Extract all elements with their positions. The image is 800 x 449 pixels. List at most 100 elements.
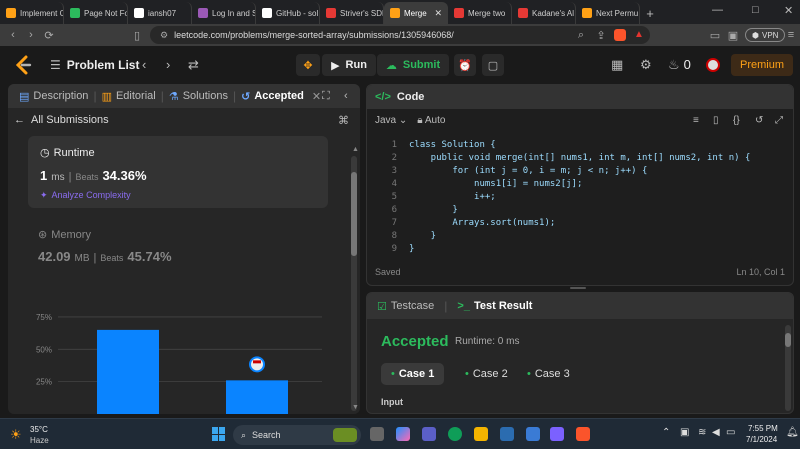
photos-icon[interactable]: [526, 427, 540, 441]
brave-shield-icon[interactable]: [614, 29, 626, 41]
result-scrollbar[interactable]: [785, 325, 791, 411]
browser-tab[interactable]: Log In and S: [192, 2, 256, 24]
scrollbar-thumb[interactable]: [785, 333, 791, 347]
tab-testcase[interactable]: ☑ Testcase: [377, 300, 434, 313]
browser-tab[interactable]: GitHub - sol: [256, 2, 320, 24]
notifications-icon[interactable]: 🔔︎: [786, 427, 799, 438]
browser-tab[interactable]: Kadane's Al: [512, 2, 576, 24]
layout-icon[interactable]: ▦: [611, 57, 623, 73]
next-problem-icon[interactable]: ›: [166, 57, 170, 72]
avatar[interactable]: [706, 58, 720, 72]
vpn-button[interactable]: ⬢ VPN: [745, 28, 786, 42]
settings-icon[interactable]: ⚙: [640, 57, 652, 73]
link-icon[interactable]: ⌘: [338, 114, 349, 127]
collapse-icon[interactable]: ‹: [344, 90, 348, 102]
copilot-icon[interactable]: [396, 427, 410, 441]
language-select[interactable]: Java ⌄: [375, 115, 407, 126]
back-icon[interactable]: ‹: [4, 29, 22, 41]
tab-description[interactable]: ▤ Description: [14, 84, 93, 108]
share-icon[interactable]: ⇪: [592, 29, 610, 42]
your-submission-avatar-icon[interactable]: [249, 356, 265, 373]
clock-date[interactable]: 7/1/2024: [746, 435, 777, 444]
debug-icon[interactable]: ✥: [296, 54, 320, 76]
taskbar-search[interactable]: ⌕ Search: [233, 425, 361, 445]
sidebar-toggle-icon[interactable]: ▭: [706, 29, 724, 42]
browser-tab[interactable]: Striver's SDE: [320, 2, 384, 24]
wallet-icon[interactable]: ▣: [724, 29, 742, 42]
tab-solutions[interactable]: ⚗ Solutions: [164, 84, 233, 108]
tray-chevron-up-icon[interactable]: ⌃: [662, 427, 670, 438]
scroll-up-icon[interactable]: ▲: [352, 146, 359, 153]
braces-icon[interactable]: {}: [733, 115, 740, 126]
left-scrollbar[interactable]: [351, 156, 357, 411]
battery-icon[interactable]: ▭: [726, 427, 735, 438]
chart-bar[interactable]: [97, 329, 159, 414]
shuffle-icon[interactable]: ⇄: [188, 57, 199, 73]
forward-icon[interactable]: ›: [22, 29, 40, 41]
browser-tab[interactable]: Implement C: [0, 2, 64, 24]
code-editor[interactable]: 1 class Solution {2 public void merge(int…: [367, 139, 793, 259]
scroll-down-icon[interactable]: ▼: [352, 404, 359, 411]
tab-test-result[interactable]: >_ Test Result: [457, 300, 532, 312]
browser-tab[interactable]: Merge two: [448, 2, 512, 24]
run-button[interactable]: ▶ Run: [322, 54, 376, 76]
bookmark-icon[interactable]: ▯: [128, 29, 146, 42]
all-submissions-link[interactable]: All Submissions: [31, 114, 109, 126]
premium-button[interactable]: Premium: [731, 54, 793, 76]
clock-time[interactable]: 7:55 PM: [748, 424, 778, 433]
browser-tab[interactable]: iansh07: [128, 2, 192, 24]
fullscreen-icon[interactable]: ⤢: [775, 115, 783, 126]
chart-bar[interactable]: [226, 380, 288, 414]
tab-editorial[interactable]: ▥ Editorial: [97, 84, 161, 108]
zoom-icon[interactable]: ⌕: [572, 29, 590, 42]
file-explorer-icon[interactable]: [474, 427, 488, 441]
site-settings-icon[interactable]: ⚙: [160, 30, 168, 41]
browser-tab[interactable]: Merge ✕: [384, 2, 448, 24]
case-tab-2[interactable]: • Case 2: [455, 363, 518, 385]
wifi-icon[interactable]: ≋: [698, 427, 706, 438]
weather-temp[interactable]: 35°C: [30, 425, 48, 434]
close-icon[interactable]: ✕: [312, 90, 321, 103]
tab-accepted[interactable]: ↺ Accepted ✕: [236, 84, 326, 108]
analyze-complexity-link[interactable]: ✦ Analyze Complexity: [40, 190, 131, 201]
windows-start-icon[interactable]: [212, 427, 226, 441]
case-tab-1[interactable]: • Case 1: [381, 363, 445, 385]
notes-icon[interactable]: ▢: [482, 54, 504, 76]
reload-icon[interactable]: ⟳: [40, 29, 58, 42]
maximize-icon[interactable]: ⛶: [322, 90, 330, 103]
back-arrow-icon[interactable]: ←: [14, 114, 25, 126]
new-tab-button[interactable]: +: [640, 2, 660, 24]
case-tab-3[interactable]: • Case 3: [517, 363, 580, 385]
submit-button[interactable]: ☁ Submit: [377, 54, 449, 76]
close-window-icon[interactable]: ✕: [784, 4, 793, 17]
volume-icon[interactable]: ◀: [712, 427, 720, 438]
bookmark-code-icon[interactable]: ▯: [713, 115, 719, 126]
minimize-icon[interactable]: —: [712, 4, 723, 16]
tray-app-icon[interactable]: ▣: [680, 427, 689, 438]
browser-tab[interactable]: Page Not Fo: [64, 2, 128, 24]
browser-tab[interactable]: Next Permu: [576, 2, 640, 24]
problem-list-button[interactable]: ☰ Problem List: [50, 58, 139, 72]
scrollbar-thumb[interactable]: [351, 172, 357, 256]
prev-problem-icon[interactable]: ‹: [142, 57, 146, 72]
teams-icon[interactable]: [422, 427, 436, 441]
task-view-icon[interactable]: [370, 427, 384, 441]
streak-counter[interactable]: ♨ 0: [668, 57, 691, 73]
timer-icon[interactable]: ⏰: [454, 54, 476, 76]
brave-rewards-icon[interactable]: ▲: [634, 29, 644, 40]
reset-icon[interactable]: ↺: [755, 115, 763, 126]
menu-icon[interactable]: ≡: [782, 29, 800, 41]
maximize-window-icon[interactable]: □: [752, 4, 759, 16]
weather-icon[interactable]: ☀: [10, 427, 22, 443]
brave-taskbar-icon[interactable]: [576, 427, 590, 441]
memory-card[interactable]: ⊛ Memory 42.09 MB | Beats 45.74%: [38, 228, 238, 268]
format-icon[interactable]: ≡: [693, 115, 699, 126]
store-icon[interactable]: [500, 427, 514, 441]
leetcode-logo[interactable]: [14, 55, 32, 75]
auto-toggle[interactable]: 🔒︎ Auto: [417, 115, 445, 126]
weather-condition[interactable]: Haze: [30, 436, 49, 445]
close-tab-icon[interactable]: ✕: [434, 8, 442, 19]
media-icon[interactable]: [550, 427, 564, 441]
edge-icon[interactable]: [448, 427, 462, 441]
panel-resize-handle[interactable]: [570, 287, 586, 289]
